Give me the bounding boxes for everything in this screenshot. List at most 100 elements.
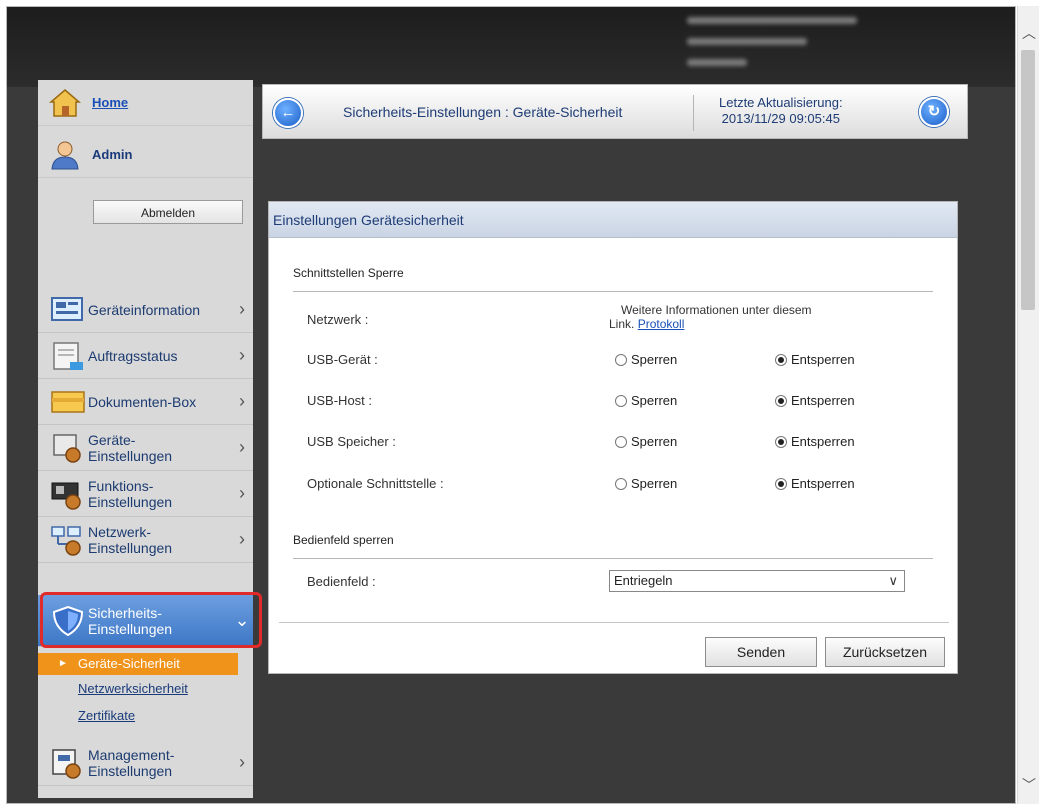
radio-dot (775, 435, 787, 448)
usb-device-lock-radio[interactable]: Sperren (615, 352, 677, 367)
select-value: Entriegeln (614, 573, 673, 588)
chevron-down-icon: ∨ (888, 573, 898, 588)
submenu-label: Geräte-Sicherheit (78, 656, 180, 671)
sidebar-admin-row: Admin (38, 132, 253, 178)
chevron-right-icon: › (239, 437, 245, 457)
optional-interface-unlock-radio[interactable]: Entsperren (775, 476, 855, 491)
usb-storage-lock-radio[interactable]: Sperren (615, 434, 677, 449)
usb-storage-label: USB Speicher : (307, 434, 396, 449)
home-link[interactable]: Home (92, 95, 128, 110)
sidebar-item-security-settings[interactable]: Sicherheits- Einstellungen ⌄ (38, 595, 253, 647)
page-title: Sicherheits-Einstellungen : Geräte-Siche… (343, 104, 623, 120)
user-icon (51, 141, 79, 169)
header-banner (7, 7, 1015, 87)
radio-label: Sperren (631, 476, 678, 491)
radio-dot (615, 353, 627, 366)
sidebar-item-label: Auftragsstatus (88, 347, 178, 364)
network-info-prefix: Link. (609, 317, 635, 331)
home-icon (48, 88, 82, 117)
network-settings-icon (51, 525, 81, 556)
blurred-info (687, 59, 747, 66)
optional-interface-label: Optionale Schnittstelle : (307, 476, 444, 491)
page-header-bar: ← Sicherheits-Einstellungen : Geräte-Sic… (262, 84, 968, 139)
radio-dot (615, 435, 627, 448)
blurred-info (687, 17, 857, 24)
device-info-icon (51, 296, 83, 321)
network-info: Weitere Informationen unter diesem Link.… (609, 303, 812, 331)
sidebar-home-row[interactable]: Home (38, 80, 253, 126)
sidebar-item-management-settings[interactable]: Management- Einstellungen › (38, 740, 253, 786)
divider (693, 95, 694, 131)
network-label: Netzwerk : (307, 312, 369, 327)
usb-storage-unlock-radio[interactable]: Entsperren (775, 434, 855, 449)
management-settings-icon (52, 748, 81, 779)
radio-dot (615, 394, 627, 407)
sidebar-item-label: Dokumenten-Box (88, 393, 197, 410)
job-status-icon (53, 341, 83, 370)
device-settings-icon (53, 433, 81, 463)
radio-label: Entsperren (791, 393, 855, 408)
sidebar-item-label: Geräte- Einstellungen (88, 431, 173, 464)
shield-icon (52, 605, 84, 636)
sidebar-item-label: Geräteinformation (88, 301, 201, 318)
usb-host-label: USB-Host : (307, 393, 373, 408)
radio-dot (775, 394, 787, 407)
radio-label: Sperren (631, 434, 678, 449)
radio-label: Entsperren (791, 434, 855, 449)
logout-button[interactable]: Abmelden (93, 200, 243, 224)
divider (293, 291, 933, 292)
usb-host-unlock-radio[interactable]: Entsperren (775, 393, 855, 408)
back-icon[interactable]: ← (273, 98, 303, 128)
sidebar-item-document-box[interactable]: Dokumenten-Box › (38, 379, 253, 425)
protocol-link[interactable]: Protokoll (638, 317, 685, 331)
radio-label: Sperren (631, 393, 678, 408)
sidebar-item-label: Management- Einstellungen (88, 746, 175, 779)
sidebar-item-device-settings[interactable]: Geräte- Einstellungen › (38, 425, 253, 471)
sidebar-item-job-status[interactable]: Auftragsstatus › (38, 333, 253, 379)
sidebar-item-network-settings[interactable]: Netzwerk- Einstellungen › (38, 517, 253, 563)
usb-device-unlock-radio[interactable]: Entsperren (775, 352, 855, 367)
arrow-right-icon: ► (58, 658, 68, 669)
chevron-right-icon: › (239, 345, 245, 365)
scroll-up-icon[interactable]: ︿ (1018, 22, 1039, 44)
operation-panel-label: Bedienfeld : (307, 574, 376, 589)
operation-panel-select[interactable]: Entriegeln ∨ (609, 570, 905, 592)
sidebar-item-function-settings[interactable]: Funktions- Einstellungen › (38, 471, 253, 517)
chevron-down-icon: ⌄ (234, 610, 250, 630)
blurred-info (687, 38, 807, 45)
sidebar-item-label: Sicherheits- Einstellungen (88, 604, 173, 637)
scroll-thumb[interactable] (1021, 50, 1035, 310)
sidebar-item-device-info[interactable]: Geräteinformation › (38, 287, 253, 333)
sidebar-item-label: Funktions- Einstellungen (88, 477, 173, 510)
chevron-right-icon: › (239, 752, 245, 772)
section-panel-lock: Bedienfeld sperren (293, 533, 394, 547)
submenu-item-network-security[interactable]: Netzwerksicherheit (38, 678, 238, 700)
radio-label: Entsperren (791, 352, 855, 367)
usb-device-label: USB-Gerät : (307, 352, 378, 367)
divider (279, 622, 949, 623)
admin-label: Admin (92, 147, 133, 162)
section-interface-lock: Schnittstellen Sperre (293, 266, 404, 280)
chevron-right-icon: › (239, 483, 245, 503)
sidebar-item-label: Netzwerk- Einstellungen (88, 523, 173, 556)
network-info-line2: Link. Protokoll (609, 317, 812, 331)
panel-title: Einstellungen Gerätesicherheit (269, 202, 957, 238)
settings-panel: Einstellungen Gerätesicherheit Schnittst… (268, 201, 958, 674)
usb-host-lock-radio[interactable]: Sperren (615, 393, 677, 408)
radio-dot (775, 353, 787, 366)
send-button[interactable]: Senden (705, 637, 817, 667)
last-updated-label: Letzte Aktualisierung: (719, 95, 843, 110)
scroll-down-icon[interactable]: ﹀ (1018, 774, 1039, 796)
chevron-right-icon: › (239, 299, 245, 319)
submenu-item-device-security[interactable]: ► Geräte-Sicherheit (38, 653, 238, 675)
last-updated: Letzte Aktualisierung: 2013/11/29 09:05:… (719, 95, 843, 127)
chevron-right-icon: › (239, 529, 245, 549)
chevron-right-icon: › (239, 391, 245, 411)
reset-button[interactable]: Zurücksetzen (825, 637, 945, 667)
submenu-item-certificates[interactable]: Zertifikate (38, 705, 238, 727)
optional-interface-lock-radio[interactable]: Sperren (615, 476, 677, 491)
radio-label: Entsperren (791, 476, 855, 491)
refresh-icon[interactable]: ↻ (919, 97, 949, 127)
vertical-scrollbar[interactable]: ︿ ﹀ (1017, 6, 1039, 804)
last-updated-value: 2013/11/29 09:05:45 (721, 111, 840, 126)
